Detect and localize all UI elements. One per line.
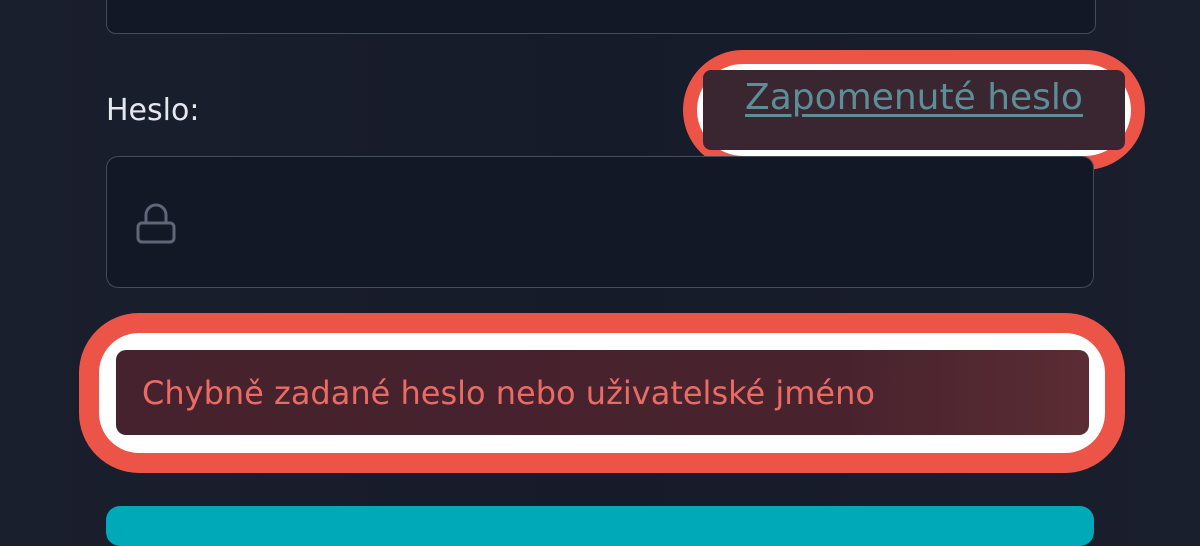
login-button[interactable] [106,506,1094,546]
username-input[interactable] [106,0,1096,34]
forgot-password-link[interactable]: Zapomenuté heslo [703,70,1125,150]
password-label: Heslo: [106,93,200,128]
error-message: Chybně zadané heslo nebo uživatelské jmé… [116,350,1089,435]
password-input[interactable] [106,156,1094,288]
forgot-password-highlight: Zapomenuté heslo [683,50,1145,170]
lock-icon [136,203,176,244]
error-highlight: Chybně zadané heslo nebo uživatelské jmé… [79,313,1125,473]
